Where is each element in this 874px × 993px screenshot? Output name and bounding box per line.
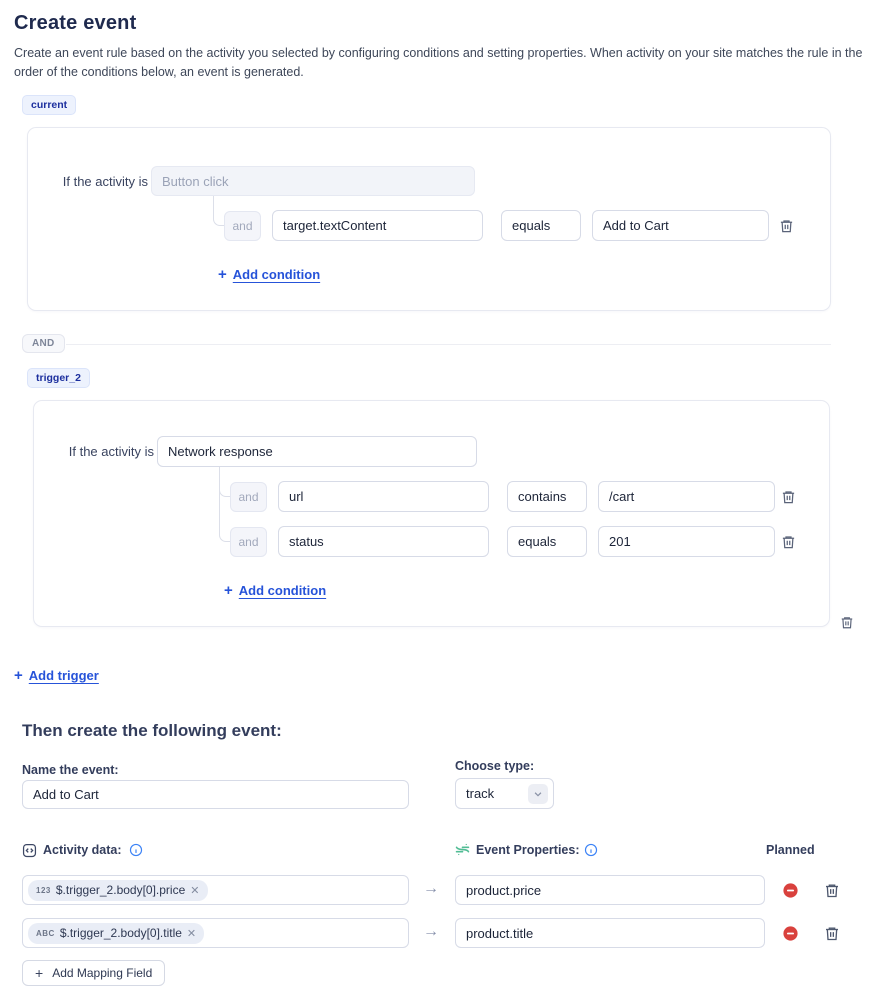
trash-icon xyxy=(779,218,794,234)
add-trigger-button[interactable]: + Add trigger xyxy=(14,667,99,684)
mapping-source-field[interactable]: 123 $.trigger_2.body[0].price ✕ xyxy=(22,875,409,905)
plus-icon: + xyxy=(35,965,43,981)
connector-elbow xyxy=(213,196,224,226)
code-box-icon xyxy=(22,843,37,858)
plus-icon: + xyxy=(218,266,227,283)
arrow-right-icon: → xyxy=(423,923,439,941)
arrow-right-icon: → xyxy=(423,880,439,898)
page-description: Create an event rule based on the activi… xyxy=(14,44,864,82)
trigger2-activity-label: If the activity is xyxy=(62,444,154,459)
chevron-down-icon xyxy=(528,784,548,804)
trash-icon xyxy=(840,615,854,630)
delete-condition-button[interactable] xyxy=(779,533,797,551)
plus-icon: + xyxy=(14,667,23,684)
type-string-icon: ABC xyxy=(36,929,55,938)
and-divider-chip: AND xyxy=(22,334,65,353)
delete-mapping-button[interactable] xyxy=(823,924,841,942)
trigger-badge-current: current xyxy=(22,95,76,115)
activity-data-label: Activity data: xyxy=(43,843,122,857)
condition-value-input[interactable] xyxy=(598,481,775,512)
trash-icon xyxy=(824,925,840,942)
delete-condition-button[interactable] xyxy=(777,217,795,235)
condition-operator-select[interactable]: equals xyxy=(507,526,587,557)
planned-toggle-button[interactable] xyxy=(781,881,799,899)
condition-operator-select[interactable]: equals xyxy=(501,210,581,241)
condition-value-input[interactable] xyxy=(598,526,775,557)
info-icon[interactable] xyxy=(129,843,143,857)
planned-label: Planned xyxy=(766,843,815,857)
minus-circle-icon xyxy=(782,882,799,899)
event-type-label: Choose type: xyxy=(455,759,534,773)
trigger1-activity-input[interactable] xyxy=(151,166,475,196)
event-name-input[interactable] xyxy=(22,780,409,809)
event-type-select[interactable]: track xyxy=(455,778,554,809)
mapping-target-input[interactable] xyxy=(455,918,765,948)
condition-join-chip[interactable]: and xyxy=(230,482,267,512)
trash-icon xyxy=(781,489,796,505)
page-title: Create event xyxy=(14,12,136,35)
trigger1-activity-label: If the activity is xyxy=(56,174,148,189)
trash-icon xyxy=(824,882,840,899)
condition-value-input[interactable] xyxy=(592,210,769,241)
mapping-target-input[interactable] xyxy=(455,875,765,905)
event-section-heading: Then create the following event: xyxy=(22,721,282,741)
delete-condition-button[interactable] xyxy=(779,488,797,506)
condition-field-input[interactable] xyxy=(278,481,489,512)
trigger-badge-trigger2: trigger_2 xyxy=(27,368,90,388)
delete-trigger-button[interactable] xyxy=(838,613,856,631)
trash-icon xyxy=(781,534,796,550)
close-icon[interactable]: ✕ xyxy=(187,927,196,940)
connector-elbow xyxy=(219,467,230,542)
mapping-source-pill: 123 $.trigger_2.body[0].price ✕ xyxy=(28,880,208,901)
condition-operator-select[interactable]: contains xyxy=(507,481,587,512)
trigger2-add-condition-button[interactable]: + Add condition xyxy=(224,582,326,599)
mapping-source-field[interactable]: ABC $.trigger_2.body[0].title ✕ xyxy=(22,918,409,948)
and-divider-line xyxy=(66,344,831,345)
info-icon[interactable] xyxy=(584,843,598,857)
mapping-source-pill: ABC $.trigger_2.body[0].title ✕ xyxy=(28,923,204,944)
planned-toggle-button[interactable] xyxy=(781,924,799,942)
condition-join-chip[interactable]: and xyxy=(224,211,261,241)
type-number-icon: 123 xyxy=(36,886,51,895)
trigger1-add-condition-button[interactable]: + Add condition xyxy=(218,266,320,283)
close-icon[interactable]: ✕ xyxy=(190,884,199,897)
add-mapping-field-button[interactable]: + Add Mapping Field xyxy=(22,960,165,986)
trigger2-card xyxy=(33,400,830,627)
delete-mapping-button[interactable] xyxy=(823,881,841,899)
condition-field-input[interactable] xyxy=(278,526,489,557)
condition-join-chip[interactable]: and xyxy=(230,527,267,557)
minus-circle-icon xyxy=(782,925,799,942)
event-name-label: Name the event: xyxy=(22,763,119,777)
event-properties-green-icon xyxy=(455,842,470,857)
plus-icon: + xyxy=(224,582,233,599)
event-properties-label: Event Properties: xyxy=(476,843,580,857)
trigger2-activity-input[interactable] xyxy=(157,436,477,467)
condition-field-input[interactable] xyxy=(272,210,483,241)
